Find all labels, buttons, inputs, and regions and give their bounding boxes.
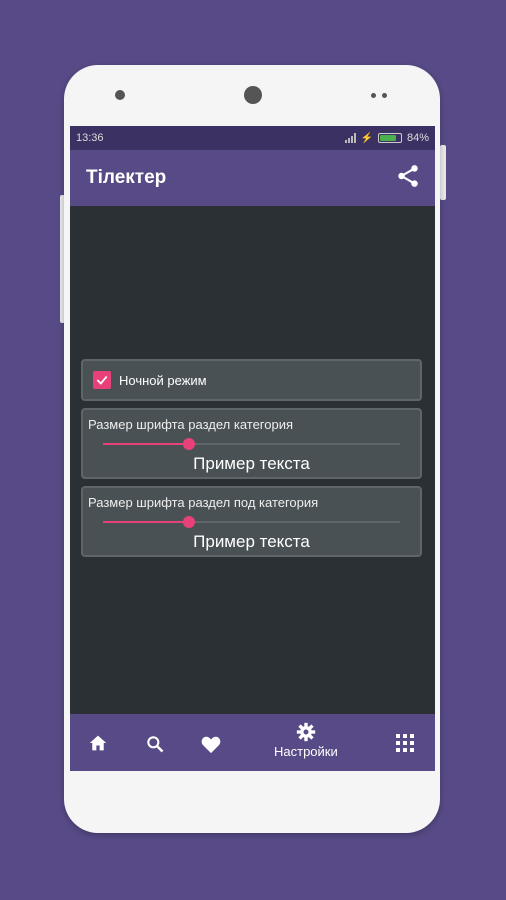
slider-thumb[interactable] <box>183 516 196 528</box>
share-icon[interactable] <box>395 163 421 194</box>
status-time: 13:36 <box>76 132 104 144</box>
font-size-category-slider[interactable] <box>103 438 400 450</box>
page-title: Тілектер <box>86 167 167 188</box>
nav-favorites[interactable] <box>200 734 222 754</box>
nav-home[interactable] <box>88 734 108 752</box>
signal-icon <box>344 133 356 143</box>
phone-screen: 13:36 ⚡ 84% Тілектер Ночной режим Размер… <box>70 126 435 771</box>
grid-icon <box>396 734 414 752</box>
nav-search[interactable] <box>145 734 165 754</box>
slider-fill <box>103 521 190 523</box>
charging-icon: ⚡ <box>360 132 373 144</box>
check-icon <box>96 375 108 385</box>
night-mode-label: Ночной режим <box>119 372 207 388</box>
nav-settings-label: Настройки <box>274 744 338 759</box>
font-size-category-label: Размер шрифта раздел категория <box>88 417 294 432</box>
night-mode-checkbox[interactable] <box>93 371 111 389</box>
font-size-subcategory-label: Размер шрифта раздел под категория <box>88 495 319 510</box>
status-bar: 13:36 ⚡ 84% <box>70 126 435 150</box>
search-icon <box>147 736 164 753</box>
phone-side-button <box>440 145 446 200</box>
battery-percent: 84% <box>406 132 429 144</box>
font-size-category-card: Размер шрифта раздел категория Пример те… <box>81 408 422 479</box>
phone-sensor <box>371 93 376 98</box>
phone-sensor <box>115 90 125 100</box>
heart-icon <box>201 736 221 754</box>
font-size-subcategory-slider[interactable] <box>103 516 400 528</box>
font-size-subcategory-card: Размер шрифта раздел под категория Приме… <box>81 486 422 557</box>
nav-categories[interactable] <box>396 734 414 752</box>
slider-fill <box>103 443 190 445</box>
nav-settings[interactable]: Настройки <box>274 722 338 759</box>
settings-content: Ночной режим Размер шрифта раздел катего… <box>70 206 435 714</box>
home-icon <box>89 735 107 751</box>
font-size-subcategory-sample: Пример текста <box>193 532 310 551</box>
battery-icon <box>377 133 402 143</box>
gear-icon <box>296 722 316 742</box>
phone-camera <box>244 86 262 104</box>
phone-sensor <box>382 93 387 98</box>
bottom-navigation: Настройки <box>70 714 435 771</box>
night-mode-row[interactable]: Ночной режим <box>81 359 422 401</box>
slider-thumb[interactable] <box>183 438 196 450</box>
font-size-category-sample: Пример текста <box>193 454 310 473</box>
status-icons: ⚡ 84% <box>344 132 429 144</box>
app-bar: Тілектер <box>70 150 435 206</box>
